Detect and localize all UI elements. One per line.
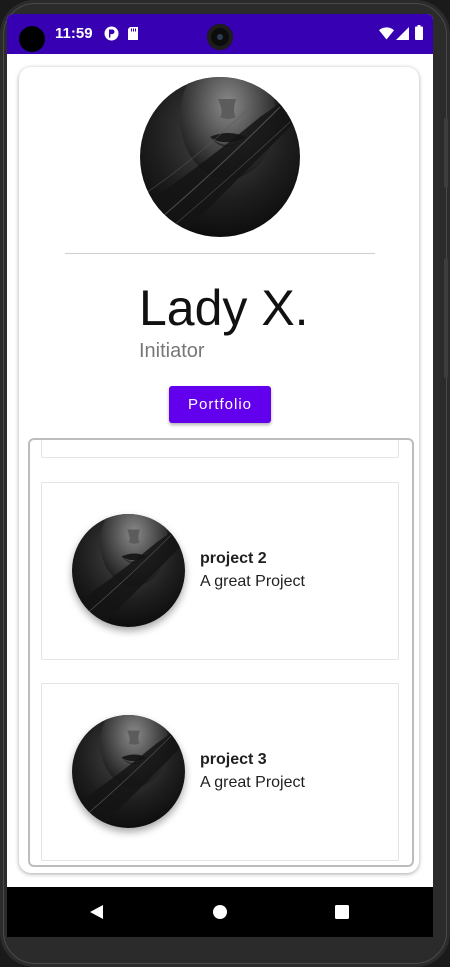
project-title: project 2 bbox=[200, 550, 267, 567]
project-description: A great Project bbox=[200, 774, 305, 791]
project-description: A great Project bbox=[200, 573, 305, 590]
project-avatar bbox=[72, 514, 185, 627]
front-camera bbox=[207, 24, 233, 50]
portfolio-button[interactable]: Portfolio bbox=[169, 386, 271, 423]
profile-card: Lady X. Initiator Portfolio project 2 A … bbox=[19, 67, 419, 873]
project-avatar bbox=[72, 715, 185, 828]
back-icon[interactable] bbox=[88, 904, 104, 920]
list-item[interactable] bbox=[41, 440, 399, 458]
status-time: 11:59 bbox=[55, 25, 93, 42]
sd-card-icon bbox=[127, 26, 139, 41]
profile-role: Initiator bbox=[139, 340, 205, 362]
screen: 11:59 Lady X. Initiator Portfolio projec… bbox=[7, 14, 433, 937]
navigation-bar bbox=[7, 887, 433, 937]
recents-icon[interactable] bbox=[335, 905, 349, 919]
project-list[interactable]: project 2 A great Project project 3 A gr… bbox=[28, 438, 414, 867]
phone-frame: 11:59 Lady X. Initiator Portfolio projec… bbox=[0, 0, 450, 967]
volume-button bbox=[444, 258, 448, 378]
camera-cutout bbox=[19, 26, 45, 52]
app-badge-icon bbox=[104, 26, 119, 41]
status-bar: 11:59 bbox=[7, 14, 433, 54]
list-item[interactable]: project 3 A great Project bbox=[41, 683, 399, 861]
wifi-icon bbox=[379, 27, 394, 42]
profile-avatar bbox=[140, 77, 300, 237]
power-button bbox=[444, 118, 448, 188]
battery-icon bbox=[415, 25, 423, 40]
home-icon[interactable] bbox=[213, 905, 227, 919]
profile-name: Lady X. bbox=[139, 280, 309, 336]
project-title: project 3 bbox=[200, 751, 267, 768]
divider bbox=[65, 253, 375, 254]
list-item[interactable]: project 2 A great Project bbox=[41, 482, 399, 660]
signal-icon bbox=[396, 27, 409, 42]
